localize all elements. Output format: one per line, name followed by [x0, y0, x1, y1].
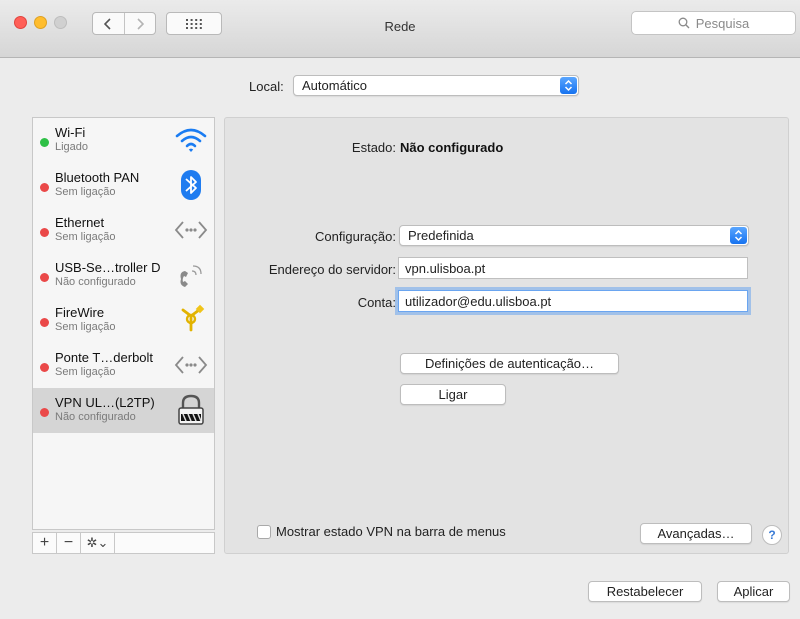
- service-status: Sem ligação: [55, 231, 116, 243]
- firewire-icon: [181, 304, 205, 332]
- service-status: Não configurado: [55, 276, 136, 288]
- service-item-bluetooth-pan[interactable]: Bluetooth PAN Sem ligação: [33, 163, 214, 208]
- help-button[interactable]: ?: [762, 525, 782, 545]
- thunderbolt-bridge-icon: [174, 356, 208, 374]
- server-address-label: Endereço do servidor:: [268, 262, 396, 277]
- service-list-toolbar: + − ✲⌄: [32, 532, 215, 554]
- vpn-lock-icon: [178, 394, 204, 425]
- service-name: FireWire: [55, 305, 105, 320]
- apply-button[interactable]: Aplicar: [717, 581, 790, 602]
- configuration-label: Configuração:: [315, 229, 396, 244]
- location-value: Automático: [302, 78, 368, 93]
- remove-service-button[interactable]: −: [57, 533, 81, 553]
- search-field[interactable]: Pesquisa: [631, 11, 796, 35]
- show-vpn-status-checkbox[interactable]: [257, 525, 271, 539]
- phone-icon: [180, 265, 202, 287]
- service-item-vpn-l2tp[interactable]: VPN UL…(L2TP) Não configurado: [33, 388, 214, 433]
- configuration-value: Predefinida: [408, 228, 474, 243]
- state-label: Estado:: [351, 140, 396, 155]
- status-dot: [40, 408, 49, 417]
- network-preferences-window: Rede Pesquisa Local: Automático Wi-Fi Li…: [0, 0, 800, 619]
- location-label: Local:: [249, 79, 284, 94]
- status-dot: [40, 363, 49, 372]
- service-name: USB-Se…troller D: [55, 260, 161, 275]
- service-name: Ethernet: [55, 215, 105, 230]
- ethernet-icon: [174, 221, 208, 239]
- connect-button[interactable]: Ligar: [400, 384, 506, 405]
- service-name: Bluetooth PAN: [55, 170, 140, 185]
- state-value: Não configurado: [400, 140, 504, 155]
- service-item-ethernet[interactable]: Ethernet Sem ligação: [33, 208, 214, 253]
- status-dot: [40, 318, 49, 327]
- service-status: Não configurado: [55, 411, 136, 423]
- add-service-button[interactable]: +: [33, 533, 57, 553]
- service-name: VPN UL…(L2TP): [55, 395, 155, 410]
- status-dot: [40, 138, 49, 147]
- account-label: Conta:: [357, 295, 396, 310]
- status-dot: [40, 228, 49, 237]
- status-dot: [40, 273, 49, 282]
- status-dot: [40, 183, 49, 192]
- vpn-detail-pane: [224, 117, 789, 554]
- gear-menu-button[interactable]: ✲⌄: [81, 533, 115, 553]
- show-vpn-status-label: Mostrar estado VPN na barra de menus: [276, 524, 506, 539]
- search-icon: [678, 17, 690, 29]
- service-status: Sem ligação: [55, 321, 116, 333]
- server-address-input[interactable]: [398, 257, 748, 279]
- chevron-updown-icon: [730, 227, 747, 244]
- account-input[interactable]: [398, 290, 748, 312]
- location-select[interactable]: Automático: [293, 75, 579, 96]
- service-status: Sem ligação: [55, 366, 116, 378]
- service-status: Ligado: [55, 141, 89, 153]
- chevron-updown-icon: [560, 77, 577, 94]
- wifi-icon: [175, 128, 207, 152]
- service-status: Sem ligação: [55, 186, 116, 198]
- service-item-firewire[interactable]: FireWire Sem ligação: [33, 298, 214, 343]
- search-placeholder: Pesquisa: [695, 15, 750, 31]
- service-list: Wi-Fi Ligado Bluetooth PAN Sem ligação E…: [32, 117, 215, 530]
- bluetooth-icon: [181, 170, 201, 200]
- advanced-button[interactable]: Avançadas…: [640, 523, 752, 544]
- service-item-wifi[interactable]: Wi-Fi Ligado: [33, 118, 214, 163]
- revert-button[interactable]: Restabelecer: [588, 581, 702, 602]
- authentication-settings-button[interactable]: Definições de autenticação…: [400, 353, 619, 374]
- title-bar: Rede Pesquisa: [0, 0, 800, 58]
- service-item-thunderbolt-bridge[interactable]: Ponte T…derbolt Sem ligação: [33, 343, 214, 388]
- service-name: Ponte T…derbolt: [55, 350, 154, 365]
- configuration-select[interactable]: Predefinida: [399, 225, 749, 246]
- service-item-usb-serial[interactable]: USB-Se…troller D Não configurado: [33, 253, 214, 298]
- service-name: Wi-Fi: [55, 125, 86, 140]
